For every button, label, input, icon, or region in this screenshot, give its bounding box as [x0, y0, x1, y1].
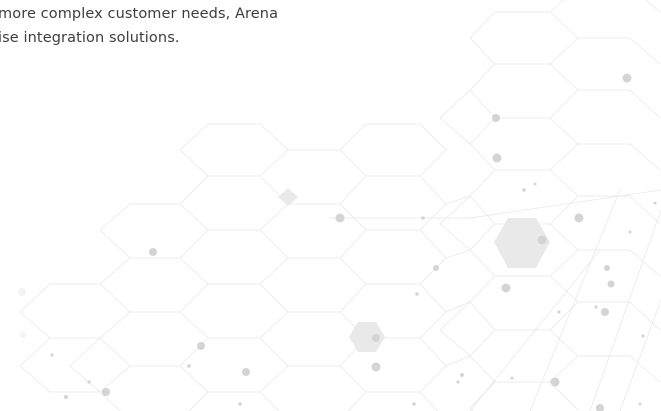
- hexagon-network-pattern-icon: [18, 0, 661, 411]
- network-nodes: [18, 73, 657, 411]
- page: more complex customer needs, Arena ise i…: [0, 0, 661, 411]
- intro-paragraph-line-1: more complex customer needs, Arena: [0, 6, 279, 22]
- network-lines: [19, 0, 661, 411]
- intro-paragraph-line-2: ise integration solutions.: [0, 30, 180, 46]
- intro-paragraph: more complex customer needs, Arena ise i…: [0, 2, 418, 50]
